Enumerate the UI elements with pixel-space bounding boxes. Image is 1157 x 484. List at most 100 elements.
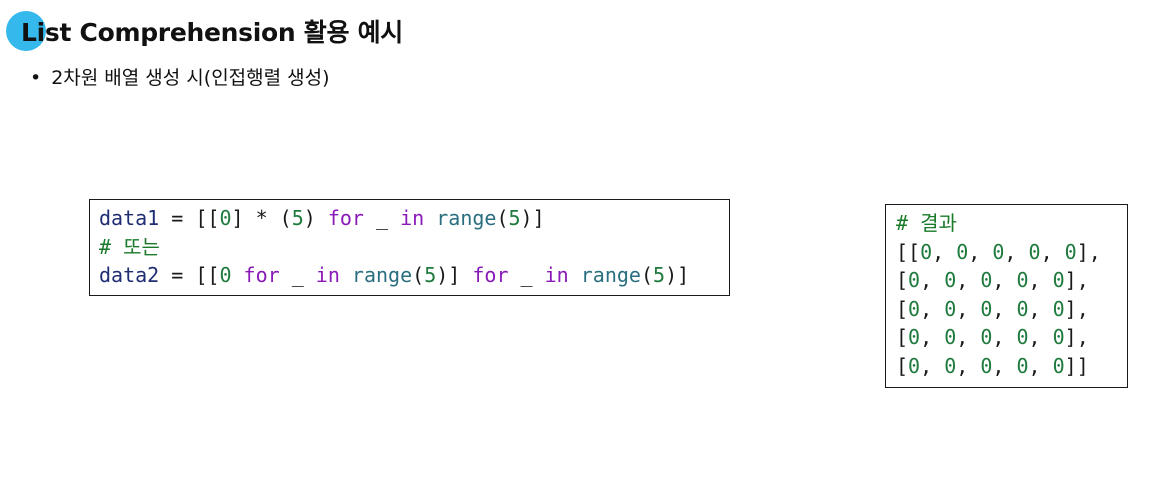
result-separator: ,	[1028, 353, 1053, 378]
code-builtin: range	[580, 263, 641, 287]
result-zero: 0	[1016, 325, 1029, 349]
result-bracket-close: ],	[1064, 325, 1089, 349]
result-row: [[0, 0, 0, 0, 0],	[896, 238, 1127, 267]
result-bracket-open: [	[896, 353, 909, 378]
code-number: 0	[219, 263, 232, 287]
result-bracket-close: ]]	[1064, 353, 1089, 378]
result-bracket-close: ],	[1064, 268, 1089, 292]
code-keyword: for	[472, 263, 509, 287]
result-separator: ,	[992, 325, 1017, 349]
code-punctuation	[424, 206, 436, 230]
result-zero: 0	[920, 239, 933, 264]
code-keyword: in	[400, 206, 425, 230]
code-punctuation: (	[496, 206, 509, 230]
code-punctuation: ] * (	[231, 206, 292, 230]
code-punctuation: = [[	[159, 206, 220, 230]
result-zero: 0	[944, 296, 957, 321]
code-punctuation: _	[363, 206, 401, 230]
result-zero: 0	[992, 239, 1005, 264]
result-separator: ,	[992, 353, 1017, 378]
code-punctuation: )]	[436, 263, 473, 287]
code-variable: data2	[99, 263, 160, 287]
result-zero: 0	[908, 268, 921, 292]
code-line-data1: data1 = [[0] * (5) for _ in range(5)]	[99, 204, 729, 233]
result-separator: ,	[992, 296, 1017, 321]
code-keyword: for	[243, 263, 280, 287]
result-separator: ,	[956, 296, 981, 321]
code-punctuation: _	[508, 263, 545, 287]
bullet-glyph: •	[30, 67, 42, 89]
result-zero: 0	[944, 353, 957, 378]
result-separator: ,	[968, 239, 993, 264]
code-line-data2: data2 = [[0 for _ in range(5)] for _ in …	[99, 261, 729, 290]
code-keyword: in	[544, 263, 569, 287]
result-bracket-open: [	[896, 325, 909, 349]
result-zero: 0	[944, 325, 957, 349]
code-number: 5	[424, 263, 437, 287]
result-separator: ,	[1028, 325, 1053, 349]
result-zero: 0	[980, 268, 993, 292]
code-number: 5	[291, 206, 304, 230]
result-zero: 0	[908, 296, 921, 321]
result-zero: 0	[908, 353, 921, 378]
result-separator: ,	[1028, 296, 1053, 321]
result-zero: 0	[956, 239, 969, 264]
code-punctuation: )]	[665, 263, 690, 287]
result-separator: ,	[920, 353, 945, 378]
code-block-example: data1 = [[0] * (5) for _ in range(5)] # 또…	[89, 199, 730, 296]
result-bracket-open: [[	[896, 239, 921, 264]
code-punctuation: _	[279, 263, 316, 287]
result-bracket-open: [	[896, 296, 909, 321]
result-zero: 0	[1052, 268, 1065, 292]
code-builtin: range	[436, 206, 497, 230]
result-separator: ,	[956, 325, 981, 349]
slide-title: List Comprehension 활용 예시	[21, 18, 403, 47]
code-punctuation	[569, 263, 581, 287]
result-separator: ,	[1004, 239, 1029, 264]
code-punctuation: (	[640, 263, 654, 287]
result-zero: 0	[980, 353, 993, 378]
result-zero: 0	[944, 268, 957, 292]
subtitle-bullet-item: • 2차원 배열 생성 시(인접행렬 생성)	[30, 64, 330, 92]
result-zero: 0	[1016, 296, 1029, 321]
result-separator: ,	[920, 325, 945, 349]
code-keyword: for	[327, 206, 364, 230]
code-punctuation	[340, 263, 352, 287]
code-block-result: # 결과 [[0, 0, 0, 0, 0], [0, 0, 0, 0, 0], [0,…	[885, 204, 1128, 388]
code-number: 0	[219, 206, 232, 230]
result-separator: ,	[1028, 268, 1053, 292]
result-row: [0, 0, 0, 0, 0],	[896, 266, 1127, 295]
code-punctuation: )]	[520, 206, 545, 230]
result-row: [0, 0, 0, 0, 0]]	[896, 352, 1127, 381]
result-separator: ,	[1040, 239, 1065, 264]
code-keyword: in	[315, 263, 340, 287]
result-zero: 0	[908, 325, 921, 349]
result-zero: 0	[1052, 296, 1065, 321]
result-separator: ,	[932, 239, 957, 264]
result-row: [0, 0, 0, 0, 0],	[896, 295, 1127, 324]
code-punctuation: (	[412, 263, 425, 287]
code-punctuation	[231, 263, 243, 287]
result-separator: ,	[956, 268, 981, 292]
code-builtin: range	[351, 263, 413, 287]
result-row: [0, 0, 0, 0, 0],	[896, 323, 1127, 352]
result-separator: ,	[920, 268, 945, 292]
code-variable: data1	[99, 206, 160, 230]
subtitle-text: 2차원 배열 생성 시(인접행렬 생성)	[51, 67, 330, 89]
result-zero: 0	[980, 325, 993, 349]
result-comment-line: # 결과	[896, 211, 957, 235]
result-separator: ,	[992, 268, 1017, 292]
result-separator: ,	[920, 296, 945, 321]
result-zero: 0	[1016, 353, 1029, 378]
result-separator: ,	[956, 353, 981, 378]
result-zero: 0	[1016, 268, 1029, 292]
result-bracket-close: ],	[1076, 239, 1101, 264]
result-zero: 0	[1052, 353, 1065, 378]
result-zero: 0	[980, 296, 993, 321]
code-punctuation: )	[303, 206, 328, 230]
code-number: 5	[508, 206, 521, 230]
result-bracket-open: [	[896, 268, 909, 292]
code-number: 5	[653, 263, 666, 287]
result-zero: 0	[1064, 239, 1077, 264]
code-comment-line: # 또는	[99, 234, 160, 259]
